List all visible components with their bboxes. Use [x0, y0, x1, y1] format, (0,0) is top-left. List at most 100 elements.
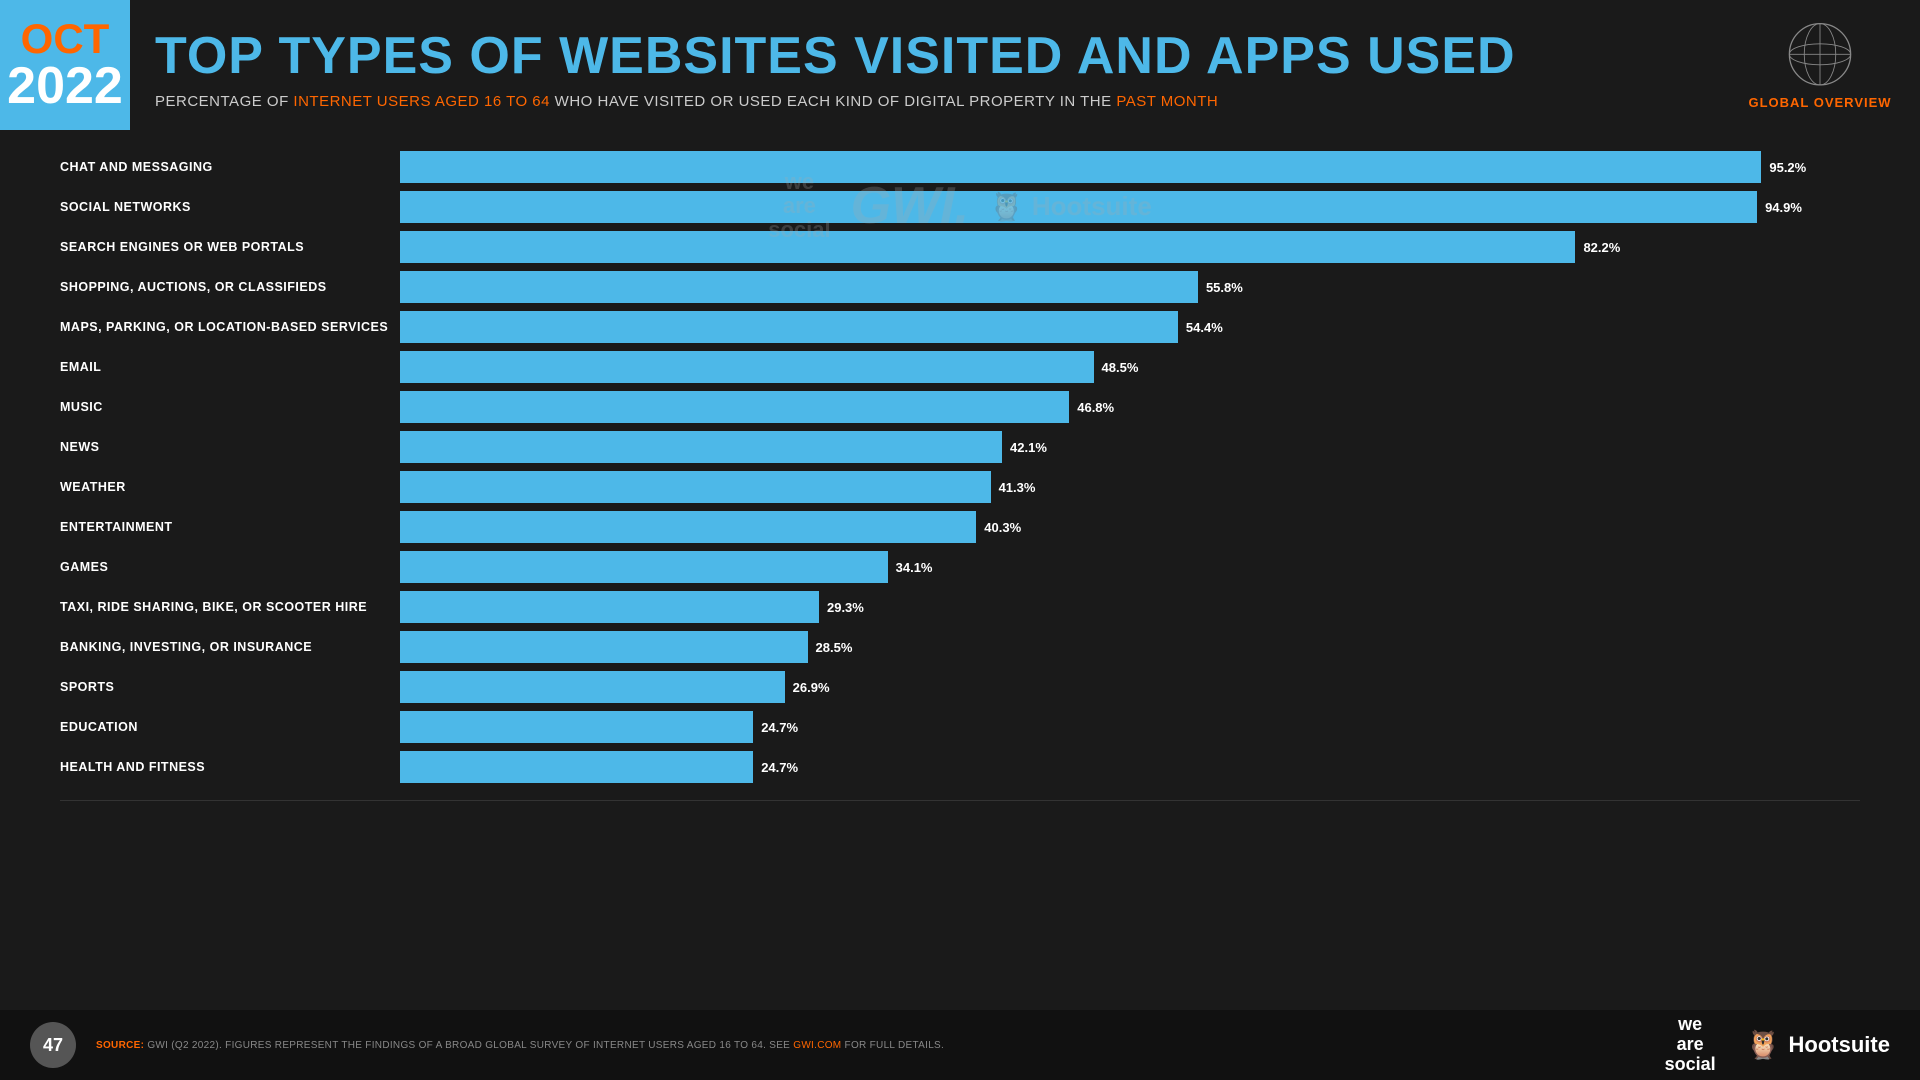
hootsuite-label: Hootsuite [1789, 1032, 1890, 1058]
bar-row: WEATHER 41.3% [60, 470, 1860, 504]
bar-wrapper: 95.2% [400, 150, 1860, 184]
bar-label: SEARCH ENGINES OR WEB PORTALS [60, 240, 400, 254]
bar-label: MAPS, PARKING, OR LOCATION-BASED SERVICE… [60, 320, 400, 334]
bar-wrapper: 29.3% [400, 590, 1860, 624]
bar-wrapper: 24.7% [400, 750, 1860, 784]
bar-value: 28.5% [816, 640, 853, 655]
bar-row: EMAIL 48.5% [60, 350, 1860, 384]
bar-fill [400, 351, 1094, 383]
bar-wrapper: 48.5% [400, 350, 1860, 384]
page-number: 47 [30, 1022, 76, 1068]
bar-row: ENTERTAINMENT 40.3% [60, 510, 1860, 544]
bar-row: MAPS, PARKING, OR LOCATION-BASED SERVICE… [60, 310, 1860, 344]
bar-row: EDUCATION 24.7% [60, 710, 1860, 744]
footer: 47 SOURCE: GWI (Q2 2022). FIGURES REPRES… [0, 1010, 1920, 1080]
subtitle-middle: WHO HAVE VISITED OR USED EACH KIND OF DI… [550, 93, 1116, 110]
subtitle-highlight2: PAST MONTH [1116, 93, 1218, 110]
bar-label: TAXI, RIDE SHARING, BIKE, OR SCOOTER HIR… [60, 600, 400, 614]
subtitle: PERCENTAGE OF INTERNET USERS AGED 16 TO … [155, 93, 1700, 110]
bar-fill [400, 711, 753, 743]
global-overview-label: GLOBAL OVERVIEW [1748, 95, 1891, 110]
source-label: SOURCE: [96, 1040, 144, 1051]
bar-fill [400, 751, 753, 783]
bar-value: 41.3% [999, 480, 1036, 495]
owl-icon: 🦉 [1746, 1028, 1781, 1061]
bar-fill [400, 311, 1178, 343]
bar-value: 94.9% [1765, 200, 1802, 215]
bar-wrapper: 54.4% [400, 310, 1860, 344]
bar-value: 29.3% [827, 600, 864, 615]
subtitle-highlight1: INTERNET USERS AGED 16 TO 64 [293, 93, 550, 110]
bar-label: SPORTS [60, 680, 400, 694]
bar-row: SPORTS 26.9% [60, 670, 1860, 704]
bar-label: NEWS [60, 440, 400, 454]
bar-label: SHOPPING, AUCTIONS, OR CLASSIFIEDS [60, 280, 400, 294]
bar-label: HEALTH AND FITNESS [60, 760, 400, 774]
bar-value: 46.8% [1077, 400, 1114, 415]
bar-label: BANKING, INVESTING, OR INSURANCE [60, 640, 400, 654]
source-suffix: FOR FULL DETAILS. [845, 1040, 945, 1051]
bar-label: ENTERTAINMENT [60, 520, 400, 534]
bar-fill [400, 391, 1069, 423]
bar-row: HEALTH AND FITNESS 24.7% [60, 750, 1860, 784]
bar-fill [400, 511, 976, 543]
bar-label: EMAIL [60, 360, 400, 374]
bar-wrapper: 94.9% [400, 190, 1860, 224]
bar-fill [400, 271, 1198, 303]
bar-value: 55.8% [1206, 280, 1243, 295]
globe-icon [1775, 21, 1865, 91]
bar-label: GAMES [60, 560, 400, 574]
bar-value: 34.1% [896, 560, 933, 575]
bar-fill [400, 551, 888, 583]
bar-fill [400, 151, 1761, 183]
bar-row: NEWS 42.1% [60, 430, 1860, 464]
bar-wrapper: 41.3% [400, 470, 1860, 504]
bar-label: WEATHER [60, 480, 400, 494]
bar-wrapper: 26.9% [400, 670, 1860, 704]
footer-logos: we are social 🦉 Hootsuite [1665, 1015, 1890, 1074]
bar-value: 48.5% [1102, 360, 1139, 375]
date-year: 2022 [7, 60, 123, 112]
bar-fill [400, 231, 1575, 263]
bar-wrapper: 34.1% [400, 550, 1860, 584]
globe-section: GLOBAL OVERVIEW [1720, 0, 1920, 130]
subtitle-prefix: PERCENTAGE OF [155, 93, 293, 110]
bar-value: 82.2% [1583, 240, 1620, 255]
date-box: OCT 2022 [0, 0, 130, 130]
bar-row: BANKING, INVESTING, OR INSURANCE 28.5% [60, 630, 1860, 664]
bar-wrapper: 55.8% [400, 270, 1860, 304]
bar-row: MUSIC46.8% [60, 390, 1860, 424]
source-body: GWI (Q2 2022). FIGURES REPRESENT THE FIN… [147, 1040, 790, 1051]
bar-wrapper: 40.3% [400, 510, 1860, 544]
chart-container: CHAT AND MESSAGING 95.2% SOCIAL NETWORKS 94… [0, 130, 1920, 800]
bar-row: GAMES 34.1% [60, 550, 1860, 584]
bar-fill [400, 471, 991, 503]
bar-label: CHAT AND MESSAGING [60, 160, 400, 174]
bar-value: 42.1% [1010, 440, 1047, 455]
bar-fill [400, 191, 1757, 223]
bar-fill [400, 431, 1002, 463]
bar-wrapper: 42.1% [400, 430, 1860, 464]
bar-wrapper: 82.2% [400, 230, 1860, 264]
logo-we-are-social: we are social [1665, 1015, 1716, 1074]
bar-label: EDUCATION [60, 720, 400, 734]
bar-fill [400, 671, 785, 703]
bar-value: 40.3% [984, 520, 1021, 535]
bar-row: SEARCH ENGINES OR WEB PORTALS 82.2% [60, 230, 1860, 264]
divider-line [60, 800, 1860, 801]
main-title: TOP TYPES OF WEBSITES VISITED AND APPS U… [155, 28, 1700, 85]
bar-value: 95.2% [1769, 160, 1806, 175]
bar-value: 24.7% [761, 720, 798, 735]
bar-value: 24.7% [761, 760, 798, 775]
bar-wrapper: 46.8% [400, 390, 1860, 424]
bar-fill [400, 591, 819, 623]
bar-wrapper: 28.5% [400, 630, 1860, 664]
header: OCT 2022 TOP TYPES OF WEBSITES VISITED A… [0, 0, 1920, 130]
bar-value: 54.4% [1186, 320, 1223, 335]
bar-row: TAXI, RIDE SHARING, BIKE, OR SCOOTER HIR… [60, 590, 1860, 624]
bar-value: 26.9% [793, 680, 830, 695]
gwi-link: GWI.COM [793, 1040, 841, 1051]
bar-fill [400, 631, 808, 663]
bar-label: SOCIAL NETWORKS [60, 200, 400, 214]
bar-wrapper: 24.7% [400, 710, 1860, 744]
